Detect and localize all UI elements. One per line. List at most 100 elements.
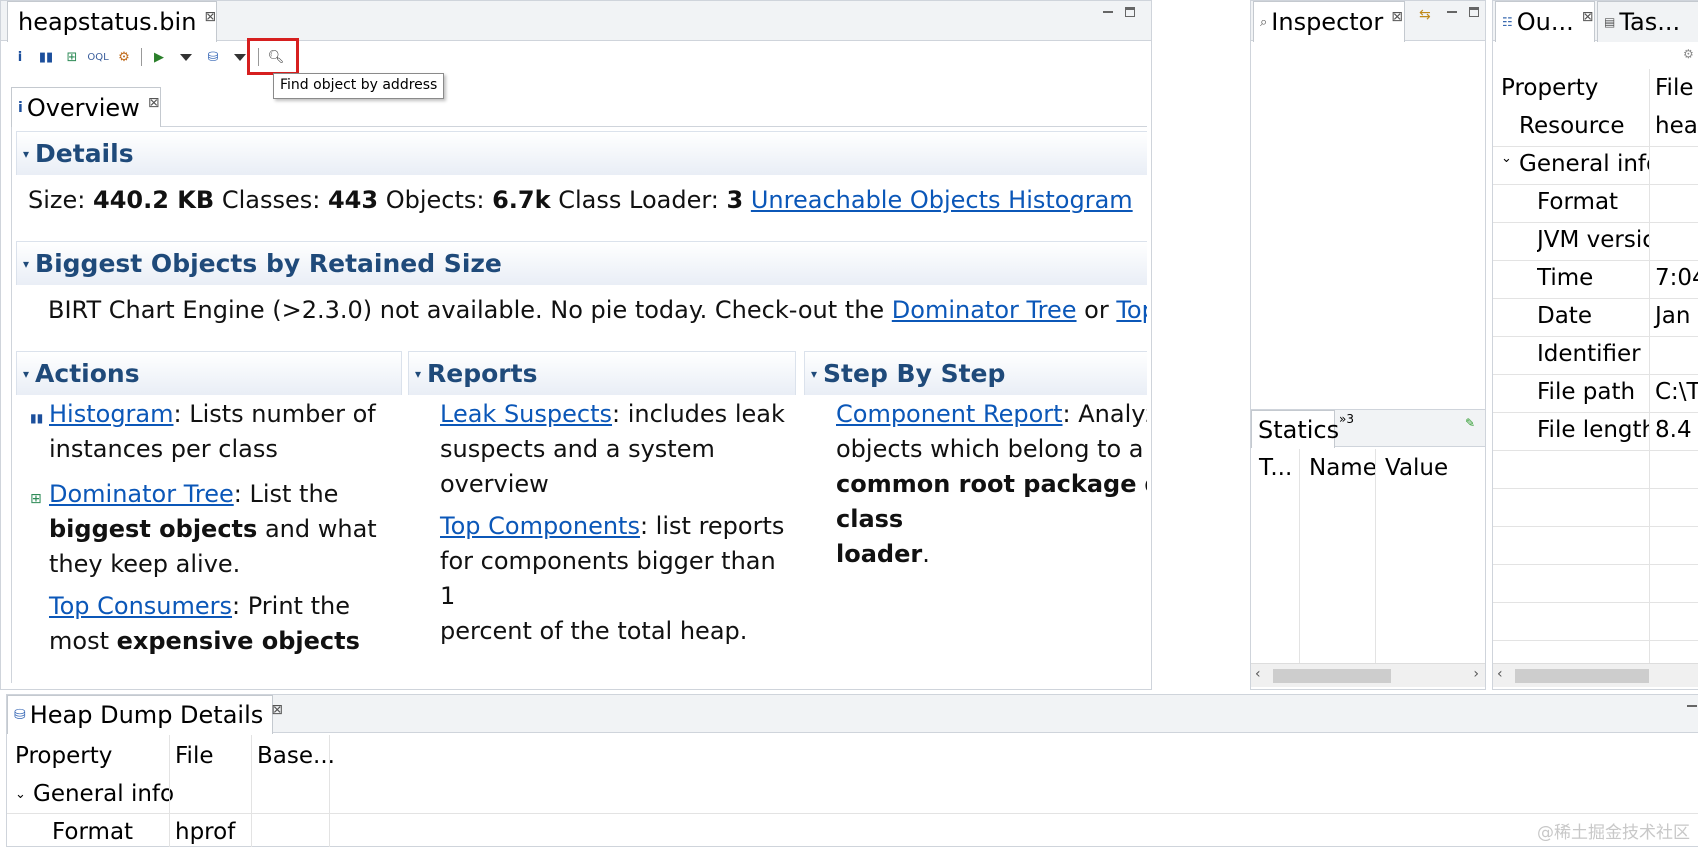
property-row[interactable]: Time 7:04 <box>1493 261 1698 299</box>
tab-overview[interactable]: i Overview ⊠ <box>11 87 161 127</box>
period-text: . <box>922 540 930 568</box>
dropdown-arrow-icon[interactable] <box>234 53 246 61</box>
column-file[interactable]: File <box>1655 75 1694 101</box>
component-report-link[interactable]: Component Report <box>836 400 1063 428</box>
oql-icon[interactable]: OQL <box>87 48 108 66</box>
outline-hscrollbar[interactable]: ‹ <box>1493 663 1698 687</box>
column-base[interactable]: Base... <box>257 743 335 769</box>
property-row[interactable]: Identifier s <box>1493 337 1698 375</box>
step-by-step-section-header[interactable]: ▾ Step By Step <box>804 351 1147 395</box>
component-desc: : Analyze <box>1062 400 1147 428</box>
details-title: Details <box>35 139 134 168</box>
scroll-left-icon[interactable]: ‹ <box>1497 666 1503 682</box>
consumers-bold: expensive objects <box>116 627 360 655</box>
common-root-bold: common root package <box>836 470 1137 498</box>
column-name[interactable]: Name <box>1309 455 1377 481</box>
tab-heap-dump-details[interactable]: ⛁ Heap Dump Details ⊠ <box>7 695 283 734</box>
gears-icon[interactable]: ⚙ <box>115 48 133 66</box>
watermark: @稀土掘金技术社区 <box>1537 823 1690 843</box>
close-icon[interactable]: ⊠ <box>1391 9 1403 25</box>
dominator-tree-icon[interactable]: ⊞ <box>63 48 81 66</box>
minimize-icon[interactable] <box>1687 705 1697 708</box>
biggest-objects-title: Biggest Objects by Retained Size <box>35 249 502 278</box>
tab-outline[interactable]: ☷ Ou... ⊠ <box>1495 1 1595 42</box>
actions-section-header[interactable]: ▾ Actions <box>16 351 402 395</box>
property-row[interactable]: Date Jan <box>1493 299 1698 337</box>
scroll-left-icon[interactable]: ‹ <box>1255 666 1261 682</box>
info-icon[interactable]: i <box>11 48 29 66</box>
column-type[interactable]: T... <box>1259 455 1292 481</box>
tab-statics-label: Statics <box>1258 415 1340 444</box>
tab-heapstatus[interactable]: heapstatus.bin ⊠ <box>7 1 217 42</box>
outline-panel: ☷ Ou... ⊠ ▤ Tas... ⚙ Property File Resou… <box>1492 0 1698 690</box>
run-report-icon[interactable]: ▶ <box>150 48 168 66</box>
editor-panel: heapstatus.bin ⊠ i ▮▮ ⊞ OQL ⚙ ▶ ⛁ 🔍︎ Fin… <box>0 0 1152 690</box>
components-desc: : list reports <box>639 512 785 540</box>
chevron-down-icon[interactable]: ⌄ <box>1501 151 1512 166</box>
tab-heap-details-label: Heap Dump Details <box>29 701 264 729</box>
dominator-tree-icon: ⊞ <box>30 491 42 507</box>
top-consumers-link[interactable]: Top Consumers <box>49 592 232 620</box>
property-value: 7:04 <box>1655 265 1698 291</box>
property-row[interactable]: Format <box>1493 185 1698 223</box>
tab-inspector-label: Inspector <box>1271 8 1384 36</box>
column-file[interactable]: File <box>175 743 214 769</box>
dropdown-arrow-icon[interactable] <box>180 53 192 61</box>
objects-value: 6.7k <box>492 186 551 214</box>
histogram-link[interactable]: Histogram <box>49 400 174 428</box>
property-name: General info <box>1519 151 1649 177</box>
tab-outline-label: Ou... <box>1516 8 1574 36</box>
histogram-icon[interactable]: ▮▮ <box>37 48 55 66</box>
maximize-icon[interactable] <box>1469 7 1479 17</box>
general-info-row[interactable]: General info <box>33 781 174 807</box>
property-row[interactable]: File length 8.4 <box>1493 413 1698 451</box>
column-value[interactable]: Value <box>1385 455 1448 481</box>
scrollbar-thumb[interactable] <box>1273 669 1391 683</box>
unreachable-objects-link[interactable]: Unreachable Objects Histogram <box>751 186 1133 214</box>
reports-section-header[interactable]: ▾ Reports <box>408 351 796 395</box>
property-row[interactable]: File path C:\T <box>1493 375 1698 413</box>
chevron-down-icon[interactable]: ⌄ <box>15 787 26 802</box>
pin-icon[interactable]: ✎ <box>1465 416 1475 430</box>
biggest-objects-section-header[interactable]: ▾ Biggest Objects by Retained Size <box>16 241 1147 285</box>
more-tabs[interactable]: »3 <box>1339 412 1354 426</box>
column-property[interactable]: Property <box>15 743 112 769</box>
top-components-link[interactable]: Top Components <box>440 512 640 540</box>
heap-dump-icon[interactable]: ⛁ <box>204 48 222 66</box>
property-value: C:\T <box>1655 379 1698 405</box>
details-section-header[interactable]: ▾ Details <box>16 131 1147 175</box>
column-property[interactable]: Property <box>1501 75 1598 101</box>
minimize-icon[interactable] <box>1103 11 1113 14</box>
tab-statics[interactable]: Statics <box>1251 410 1339 448</box>
dominator-tree-link[interactable]: Dominator Tree <box>49 480 234 508</box>
close-icon[interactable]: ⊠ <box>204 9 216 25</box>
column-divider <box>169 735 170 847</box>
heap-dump-icon: ⛁ <box>14 707 26 723</box>
property-name: File length <box>1537 417 1649 443</box>
close-icon[interactable]: ⊠ <box>1582 9 1594 25</box>
dominator-tree-link[interactable]: Dominator Tree <box>892 296 1077 324</box>
size-value: 440.2 KB <box>93 186 215 214</box>
link-editor-icon[interactable]: ⇆ <box>1419 7 1431 23</box>
or-text: or <box>1137 470 1147 498</box>
tab-inspector[interactable]: ⌕ Inspector ⊠ <box>1253 1 1405 42</box>
statics-hscrollbar[interactable]: ‹ › <box>1251 663 1485 687</box>
top-consumers-link[interactable]: Top Consumers <box>1116 296 1147 324</box>
minimize-icon[interactable] <box>1447 11 1457 14</box>
property-row[interactable]: Resource hea <box>1493 109 1698 147</box>
options-icon[interactable]: ⚙ <box>1683 47 1694 61</box>
property-row[interactable]: ⌄ General info <box>1493 147 1698 185</box>
leak-suspects-link[interactable]: Leak Suspects <box>440 400 612 428</box>
close-icon[interactable]: ⊠ <box>271 702 283 718</box>
histogram-action: Histogram: Lists number of instances per… <box>49 397 389 467</box>
scrollbar-thumb[interactable] <box>1515 669 1649 683</box>
classes-label: Classes: <box>221 186 321 214</box>
actions-title: Actions <box>35 359 140 388</box>
info-icon: i <box>18 99 23 116</box>
property-row[interactable]: JVM versic <box>1493 223 1698 261</box>
dominator-desc-3: they keep alive. <box>49 550 241 578</box>
scroll-right-icon[interactable]: › <box>1473 666 1479 682</box>
close-icon[interactable]: ⊠ <box>148 95 160 111</box>
maximize-icon[interactable] <box>1125 7 1135 17</box>
tab-tasks[interactable]: ▤ Tas... <box>1597 1 1698 42</box>
